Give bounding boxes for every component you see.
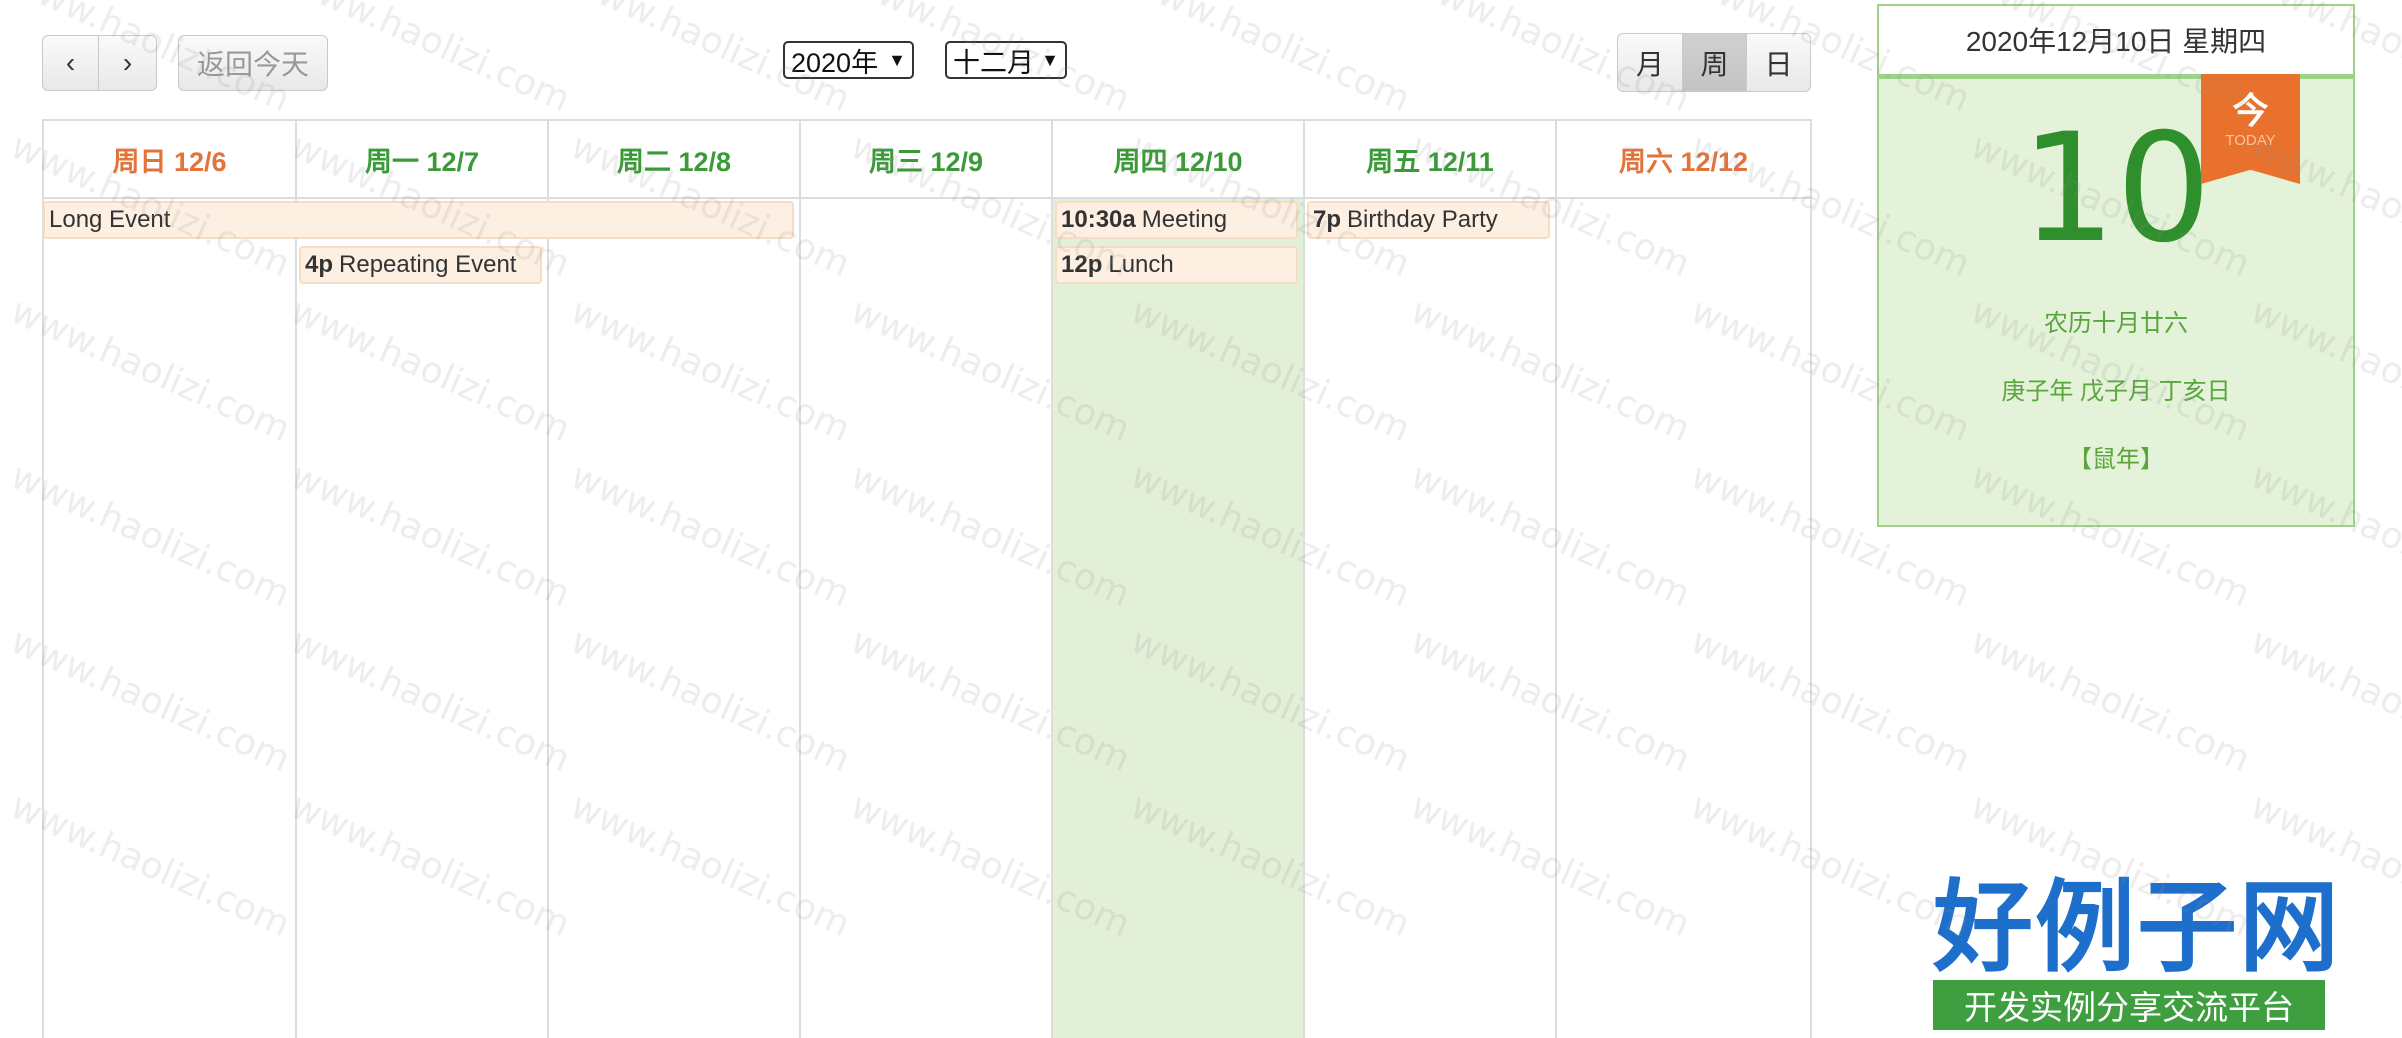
ribbon-sub-label: TODAY bbox=[2225, 132, 2276, 149]
chevron-down-icon: ▼ bbox=[1041, 49, 1059, 70]
event-repeating[interactable]: 4p Repeating Event bbox=[299, 246, 542, 284]
site-logo: 好例子网 开发实例分享交流平台 bbox=[1933, 868, 2341, 1032]
day-header: 周六 12/12 bbox=[1557, 121, 1810, 197]
ganzhi-date: 庚子年 戊子月 丁亥日 bbox=[2001, 378, 2231, 405]
event-title: Repeating Event bbox=[339, 251, 517, 278]
day-column-tue[interactable] bbox=[549, 121, 801, 1038]
event-time: 4p bbox=[305, 251, 334, 278]
event-long-event[interactable]: Long Event bbox=[43, 201, 794, 239]
day-header: 周一 12/7 bbox=[297, 121, 549, 197]
view-day-button[interactable]: 日 bbox=[1747, 33, 1811, 92]
view-month-button[interactable]: 月 bbox=[1617, 33, 1683, 92]
today-panel: 2020年12月10日 星期四 10 今 TODAY 农历十月廿六 庚子年 戊子… bbox=[1877, 4, 2355, 527]
event-title: Meeting bbox=[1141, 206, 1228, 233]
event-title: Long Event bbox=[49, 206, 171, 233]
event-time: 7p bbox=[1313, 206, 1342, 233]
ribbon-label: 今 bbox=[2232, 90, 2269, 131]
event-title: Birthday Party bbox=[1347, 206, 1498, 233]
logo-title: 好例子网 bbox=[1933, 868, 2341, 986]
day-column-sat[interactable] bbox=[1557, 121, 1810, 1038]
zodiac-year: 【鼠年】 bbox=[2068, 446, 2164, 473]
chevron-right-icon: › bbox=[122, 47, 133, 78]
week-header: 周日 12/6 周一 12/7 周二 12/8 周三 12/9 周四 12/10… bbox=[44, 121, 1810, 199]
today-button[interactable]: 返回今天 bbox=[178, 35, 328, 91]
watermark-text: www.haolizi.com bbox=[1964, 620, 2256, 781]
day-header: 周日 12/6 bbox=[44, 121, 297, 197]
panel-date-header: 2020年12月10日 星期四 bbox=[1879, 6, 2353, 79]
event-title: Lunch bbox=[1108, 251, 1174, 278]
day-column-fri[interactable] bbox=[1305, 121, 1557, 1038]
week-calendar: 周日 12/6 周一 12/7 周二 12/8 周三 12/9 周四 12/10… bbox=[42, 119, 1812, 1038]
watermark-text: www.haolizi.com bbox=[2244, 620, 2402, 781]
day-header: 周三 12/9 bbox=[801, 121, 1053, 197]
watermark-text: www.haolizi.com bbox=[284, 0, 576, 121]
event-time: 10:30a bbox=[1061, 206, 1136, 233]
day-column-wed[interactable] bbox=[801, 121, 1053, 1038]
event-birthday-party[interactable]: 7p Birthday Party bbox=[1307, 201, 1550, 239]
year-select[interactable]: 2020年 ▼ bbox=[783, 41, 914, 79]
day-column-sun[interactable] bbox=[44, 121, 297, 1038]
month-select[interactable]: 十二月 ▼ bbox=[945, 41, 1067, 79]
view-week-button[interactable]: 周 bbox=[1683, 33, 1747, 92]
day-header: 周四 12/10 bbox=[1053, 121, 1305, 197]
year-select-value: 2020年 bbox=[791, 47, 879, 78]
day-header: 周五 12/11 bbox=[1305, 121, 1557, 197]
watermark-text: www.haolizi.com bbox=[1124, 0, 1416, 121]
logo-subtitle: 开发实例分享交流平台 bbox=[1933, 980, 2325, 1030]
month-select-value: 十二月 bbox=[953, 47, 1034, 78]
event-meeting[interactable]: 10:30a Meeting bbox=[1055, 201, 1298, 239]
chevron-left-icon: ‹ bbox=[65, 47, 76, 78]
event-time: 12p bbox=[1061, 251, 1103, 278]
next-button[interactable]: › bbox=[99, 35, 157, 91]
lunar-date: 农历十月廿六 bbox=[2044, 310, 2188, 337]
event-lunch[interactable]: 12p Lunch bbox=[1055, 246, 1298, 284]
today-ribbon-icon: 今 TODAY bbox=[2201, 74, 2300, 184]
prev-button[interactable]: ‹ bbox=[42, 35, 99, 91]
chevron-down-icon: ▼ bbox=[888, 49, 906, 70]
day-header: 周二 12/8 bbox=[549, 121, 801, 197]
